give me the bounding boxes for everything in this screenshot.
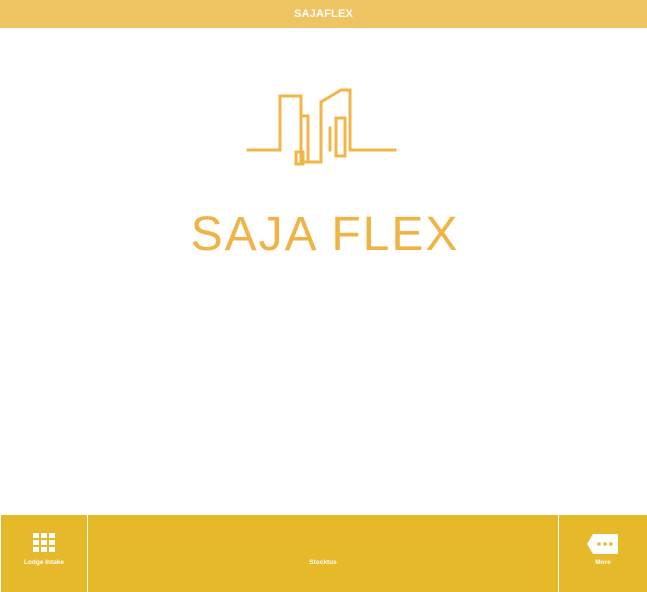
- tab-lodge-intake[interactable]: Lodge Intake: [0, 514, 88, 592]
- main-content: SAJA FLEX: [0, 28, 647, 514]
- tab-stocktus[interactable]: Stocktus: [88, 514, 559, 592]
- header-bar: SAJAFLEX: [0, 0, 647, 28]
- more-icon: [587, 533, 619, 560]
- brand-logo: SAJA FLEX: [190, 60, 460, 270]
- city-buildings-logo-icon: SAJA FLEX: [191, 88, 460, 261]
- tab-label: More: [595, 559, 611, 566]
- tab-label: Lodge Intake: [23, 559, 65, 566]
- bottom-tab-bar: Lodge Intake Stocktus More: [0, 514, 647, 592]
- app-title: SAJAFLEX: [293, 8, 354, 20]
- brand-name: SAJA FLEX: [191, 208, 460, 261]
- grid-icon: [33, 533, 55, 558]
- tab-more[interactable]: More: [559, 514, 647, 592]
- tab-label: Stocktus: [309, 559, 337, 566]
